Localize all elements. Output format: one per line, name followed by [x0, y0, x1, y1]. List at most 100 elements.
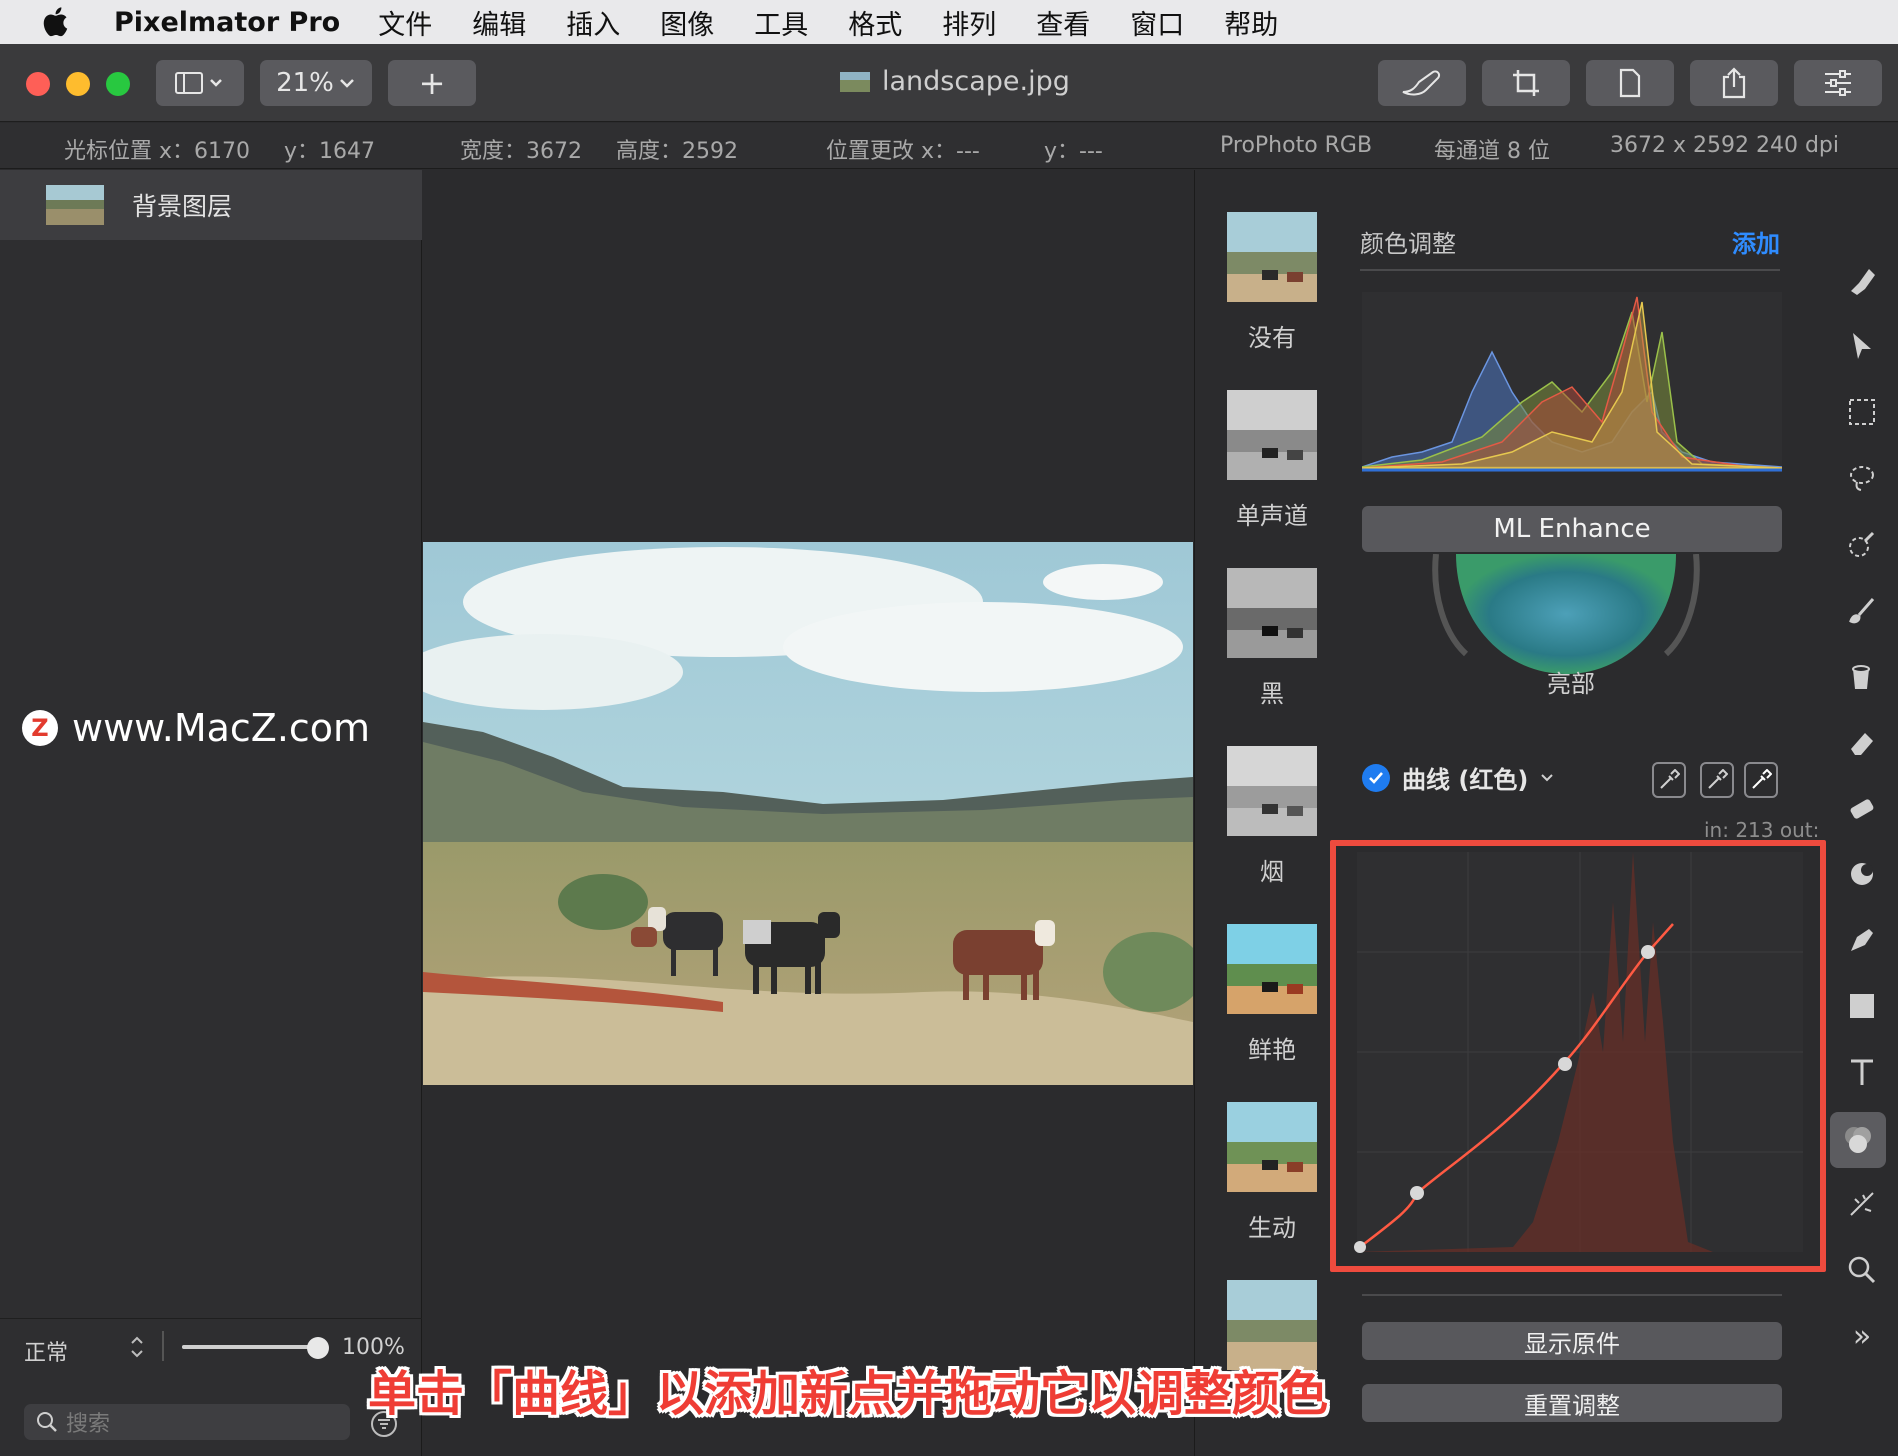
sliders-icon [1825, 70, 1851, 96]
zoom-icon[interactable] [1844, 1252, 1880, 1288]
menu-window[interactable]: 窗口 [1130, 3, 1184, 42]
crop-icon [1513, 70, 1539, 96]
reset-adjustments-button[interactable]: 重置调整 [1362, 1384, 1782, 1422]
adjustments-title: 颜色调整 [1360, 230, 1456, 258]
retouch-icon[interactable] [1844, 790, 1880, 826]
tutorial-caption: 单击「曲线」以添加新点并拖动它以调整颜色 [368, 1366, 1329, 1422]
eraser-icon[interactable] [1844, 724, 1880, 760]
preset-thumbnail [1227, 568, 1317, 658]
layers-search-input[interactable]: 搜索 [24, 1404, 350, 1440]
preset-label: 烟 [1260, 858, 1284, 886]
zoom-dropdown[interactable]: 21% [260, 60, 372, 106]
effects-icon[interactable] [1844, 1186, 1880, 1222]
add-adjustment-button[interactable]: 添加 [1732, 224, 1780, 259]
menu-edit[interactable]: 编辑 [472, 3, 526, 42]
preset-mono[interactable]: 单声道 [1226, 390, 1318, 531]
divider [1362, 1294, 1782, 1296]
gray-point-eyedropper-button[interactable] [1700, 762, 1734, 798]
divider [162, 1331, 164, 1361]
inspector-button[interactable] [1794, 60, 1882, 106]
tools-sidebar: » [1826, 170, 1898, 1456]
show-original-button[interactable]: 显示原件 [1362, 1322, 1782, 1360]
menu-view[interactable]: 查看 [1036, 3, 1090, 42]
menu-arrange[interactable]: 排列 [942, 3, 996, 42]
paint-style-icon[interactable] [1844, 262, 1880, 298]
highlight-frame [1330, 840, 1826, 1272]
pen-icon[interactable] [1844, 922, 1880, 958]
updown-chevron-icon[interactable] [128, 1333, 146, 1361]
layer-row[interactable]: 背景图层 [0, 170, 422, 240]
eyedropper-icon [1708, 769, 1728, 789]
preset-thumbnail [1227, 1102, 1317, 1192]
arrange-icon[interactable] [1844, 328, 1880, 364]
sidebar-icon [175, 72, 222, 94]
ml-enhance-button[interactable]: ML Enhance [1362, 506, 1782, 552]
eyedropper-icon [1752, 769, 1772, 789]
histogram [1362, 292, 1782, 472]
preset-smoke[interactable]: 烟 [1226, 746, 1318, 887]
minimize-window-button[interactable] [66, 72, 90, 96]
quick-select-icon[interactable] [1844, 526, 1880, 562]
preset-vivid[interactable]: 鲜艳 [1226, 924, 1318, 1065]
cursor-y-readout: y：1647 [284, 139, 376, 164]
preset-thumbnail [1227, 746, 1317, 836]
adjustment-presets-column: 没有 单声道 黑 烟 鲜艳 生动 [1194, 170, 1336, 1456]
share-button[interactable] [1690, 60, 1778, 106]
white-point-eyedropper-button[interactable] [1744, 762, 1778, 798]
menu-app-name[interactable]: Pixelmator Pro [114, 7, 340, 38]
close-window-button[interactable] [26, 72, 50, 96]
layers-panel: 背景图层 Z www.MacZ.com 正常 100% 搜索 [0, 170, 422, 1456]
opacity-slider-knob[interactable] [307, 1337, 329, 1359]
lasso-select-icon[interactable] [1844, 460, 1880, 496]
preset-none[interactable]: 没有 [1226, 212, 1318, 353]
preset-black[interactable]: 黑 [1226, 568, 1318, 709]
crop-button[interactable] [1482, 60, 1570, 106]
preset-label: 单声道 [1236, 502, 1308, 530]
distort-icon[interactable] [1844, 856, 1880, 892]
watermark: Z www.MacZ.com [22, 706, 370, 750]
zoom-window-button[interactable] [106, 72, 130, 96]
window-titlebar: 21% + landscape.jpg [0, 44, 1898, 122]
preset-label: 鲜艳 [1248, 1036, 1296, 1064]
type-icon[interactable] [1844, 1054, 1880, 1090]
curves-title: 曲线 (红色) [1402, 766, 1529, 794]
width-readout: 宽度：3672 [460, 139, 583, 164]
bucket-icon[interactable] [1844, 658, 1880, 694]
menu-format[interactable]: 格式 [848, 3, 902, 42]
document-button[interactable] [1586, 60, 1674, 106]
apple-logo-icon[interactable] [40, 5, 74, 39]
document-filename: landscape.jpg [882, 66, 1070, 97]
menu-file[interactable]: 文件 [378, 3, 432, 42]
layer-thumbnail [46, 185, 104, 225]
rect-select-icon[interactable] [1844, 394, 1880, 430]
menu-bar: Pixelmator Pro 文件 编辑 插入 图像 工具 格式 排列 查看 窗… [0, 0, 1898, 44]
info-bar: 光标位置 x：6170 y：1647 宽度：3672 高度：2592 位置更改 … [0, 123, 1898, 169]
add-button[interactable]: + [388, 60, 476, 106]
black-point-eyedropper-button[interactable] [1652, 762, 1686, 798]
color-adjust-icon[interactable] [1830, 1112, 1886, 1168]
more-tools-icon[interactable]: » [1844, 1318, 1880, 1354]
shape-icon[interactable] [1844, 988, 1880, 1024]
brush-style-icon [1402, 70, 1441, 96]
watermark-text: www.MacZ.com [72, 706, 371, 750]
canvas-area[interactable] [423, 170, 1193, 1456]
style-tools-button[interactable] [1378, 60, 1466, 106]
sidebar-toggle-button[interactable] [156, 60, 244, 106]
menu-image[interactable]: 图像 [660, 3, 714, 42]
curves-header[interactable]: 曲线 (红色) [1362, 760, 1554, 795]
paint-brush-icon[interactable] [1844, 592, 1880, 628]
preset-label: 没有 [1248, 324, 1296, 352]
preset-lively[interactable]: 生动 [1226, 1102, 1318, 1243]
landscape-photo[interactable] [423, 542, 1193, 1085]
curves-enabled-checkbox[interactable] [1362, 763, 1390, 792]
bit-depth: 每通道 8 位 [1434, 139, 1550, 164]
blend-mode-select[interactable]: 正常 [24, 1335, 68, 1367]
document-icon [1619, 68, 1641, 98]
plus-icon: + [418, 64, 446, 102]
menu-tools[interactable]: 工具 [754, 3, 808, 42]
menu-insert[interactable]: 插入 [566, 3, 620, 42]
opacity-slider[interactable] [182, 1345, 318, 1349]
preset-label: 黑 [1260, 680, 1284, 708]
menu-help[interactable]: 帮助 [1224, 3, 1278, 42]
image-info: 3672 x 2592 240 dpi [1610, 133, 1840, 158]
